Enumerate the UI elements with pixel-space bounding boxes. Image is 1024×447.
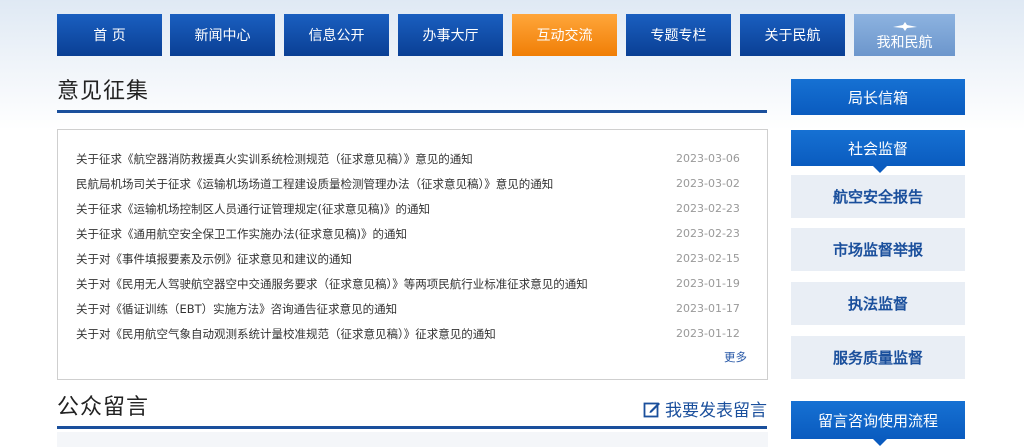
list-item-title[interactable]: 关于征求《航空器消防救援真火实训系统检测规范（征求意见稿）》意见的通知	[76, 151, 473, 167]
public-msg-section-title: 公众留言	[57, 395, 150, 420]
consult-process-label: 留言咨询使用流程	[817, 411, 938, 430]
nav-special-topics[interactable]: 专题专栏	[626, 14, 731, 56]
list-item-date: 2023-01-12	[676, 327, 740, 340]
more-link[interactable]: 更多	[724, 349, 747, 365]
list-item: 关于对《民用航空气象自动观测系统计量校准规范（征求意见稿）》征求意见的通知 20…	[58, 322, 767, 347]
list-item: 关于征求《运输机场控制区人员通行证管理规定(征求意见稿)》的通知 2023-02…	[58, 197, 767, 222]
aviation-safety-report-link[interactable]: 航空安全报告	[791, 175, 965, 218]
edit-icon	[643, 402, 660, 417]
list-item-date: 2023-01-19	[676, 277, 740, 290]
list-item: 关于对《循证训练（EBT）实施方法》咨询通告征求意见的通知 2023-01-17	[58, 297, 767, 322]
opinion-section-title: 意见征集	[57, 79, 150, 104]
market-supervision-report-link[interactable]: 市场监督举报	[791, 228, 965, 271]
nav-about-caac[interactable]: 关于民航	[740, 14, 845, 56]
nav-me-and-caac[interactable]: 我和民航	[854, 14, 955, 56]
list-item-title[interactable]: 关于征求《运输机场控制区人员通行证管理规定(征求意见稿)》的通知	[76, 201, 430, 217]
list-item-date: 2023-02-15	[676, 252, 740, 265]
list-item-date: 2023-03-02	[676, 177, 740, 190]
nav-service-hall[interactable]: 办事大厅	[398, 14, 503, 56]
main-nav: 首 页 新闻中心 信息公开 办事大厅 互动交流 专题专栏 关于民航 我和民航	[57, 14, 955, 56]
list-item: 关于对《民用无人驾驶航空器空中交通服务要求（征求意见稿）》等两项民航行业标准征求…	[58, 272, 767, 297]
post-message-label: 我要发表留言	[665, 401, 767, 421]
law-enforcement-supervision-link[interactable]: 执法监督	[791, 282, 965, 325]
list-item-title[interactable]: 关于对《民用航空气象自动观测系统计量校准规范（征求意见稿）》征求意见的通知	[76, 326, 496, 342]
nav-me-and-caac-label: 我和民航	[876, 35, 933, 51]
nav-interaction[interactable]: 互动交流	[512, 14, 617, 56]
service-quality-supervision-link[interactable]: 服务质量监督	[791, 336, 965, 379]
list-item-date: 2023-02-23	[676, 227, 740, 240]
list-item-date: 2023-03-06	[676, 152, 740, 165]
pointer-arrow-icon	[873, 166, 887, 173]
nav-home[interactable]: 首 页	[57, 14, 162, 56]
director-mailbox-button[interactable]: 局长信箱	[791, 79, 965, 115]
list-item-title[interactable]: 关于对《事件填报要素及示例》征求意见和建议的通知	[76, 251, 352, 267]
list-item-title[interactable]: 关于对《民用无人驾驶航空器空中交通服务要求（征求意见稿）》等两项民航行业标准征求…	[76, 276, 588, 292]
post-message-button[interactable]: 我要发表留言	[643, 396, 767, 421]
list-item: 民航局机场司关于征求《运输机场场道工程建设质量检测管理办法（征求意见稿）》意见的…	[58, 172, 767, 197]
list-item-date: 2023-02-23	[676, 202, 740, 215]
nav-info-disclosure[interactable]: 信息公开	[284, 14, 389, 56]
opinion-section-header: 意见征集	[57, 79, 767, 113]
public-msg-section-header: 公众留言 我要发表留言	[57, 395, 767, 429]
list-item: 关于对《事件填报要素及示例》征求意见和建议的通知 2023-02-15	[58, 247, 767, 272]
list-item-title[interactable]: 关于征求《通用航空安全保卫工作实施办法(征求意见稿)》的通知	[76, 226, 407, 242]
opinion-list: 关于征求《航空器消防救援真火实训系统检测规范（征求意见稿）》意见的通知 2023…	[57, 129, 768, 380]
plane-logo-icon	[892, 22, 917, 31]
list-item-date: 2023-01-17	[676, 302, 740, 315]
social-supervision-label: 社会监督	[847, 139, 908, 158]
public-msg-content-area	[57, 432, 768, 447]
list-item: 关于征求《航空器消防救援真火实训系统检测规范（征求意见稿）》意见的通知 2023…	[58, 147, 767, 172]
consult-process-header[interactable]: 留言咨询使用流程	[791, 401, 965, 446]
list-item-title[interactable]: 民航局机场司关于征求《运输机场场道工程建设质量检测管理办法（征求意见稿）》意见的…	[76, 176, 553, 192]
social-supervision-header[interactable]: 社会监督	[791, 130, 965, 173]
nav-news-center[interactable]: 新闻中心	[170, 14, 275, 56]
list-item-title[interactable]: 关于对《循证训练（EBT）实施方法》咨询通告征求意见的通知	[76, 301, 397, 317]
list-item: 关于征求《通用航空安全保卫工作实施办法(征求意见稿)》的通知 2023-02-2…	[58, 222, 767, 247]
pointer-arrow-icon	[873, 439, 887, 446]
